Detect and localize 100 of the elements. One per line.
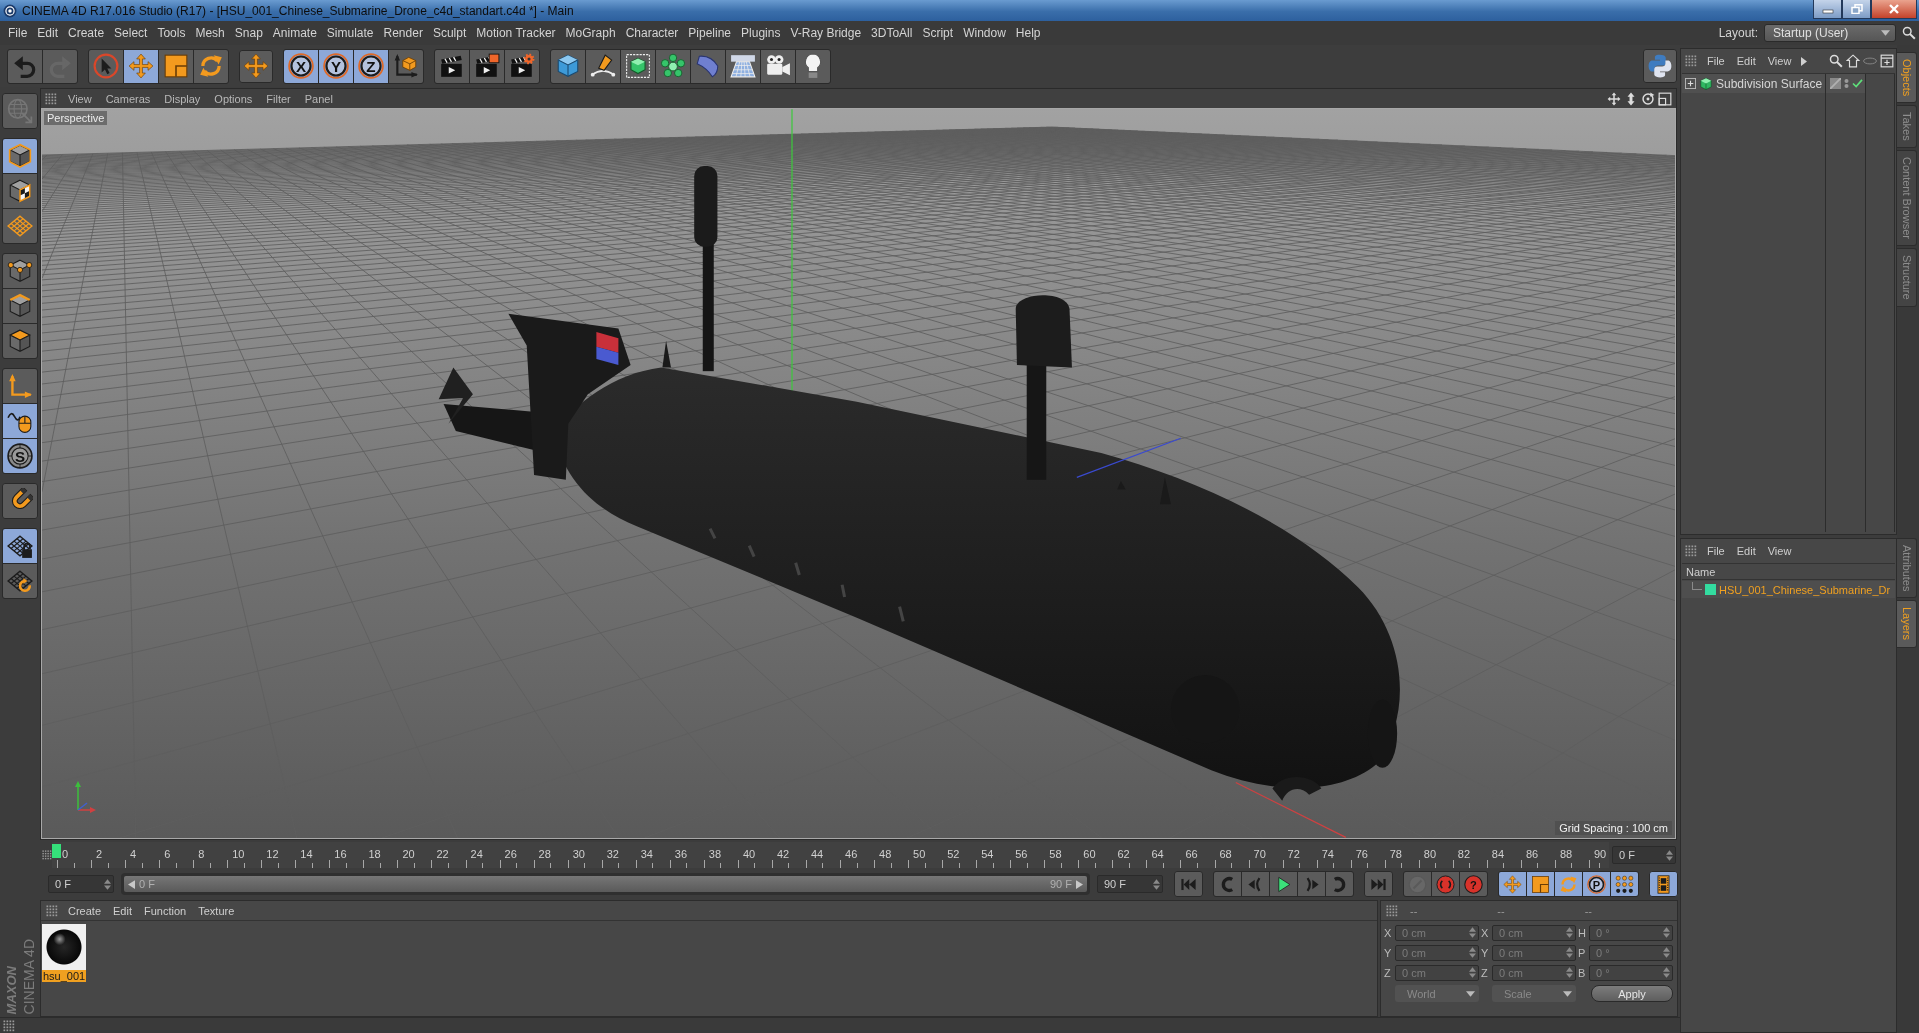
menu-item[interactable]: Edit — [1730, 545, 1762, 557]
timeline-ruler[interactable]: 0 2 4 6 8 10 12 14 16 18 20 22 24 26 28 30 32 34 36 38 40 42 44 46 48 50 52 54 56 58 60 62 64 66 68 70 72 74 76 78 80 82 84 86 88 90 — [52, 842, 1609, 868]
timeline-button[interactable] — [1649, 871, 1678, 897]
more-arrow-icon[interactable] — [1801, 56, 1808, 66]
viewport-menu-item[interactable]: Cameras — [98, 92, 158, 105]
next-frame-button[interactable] — [1298, 872, 1325, 896]
render-view-button[interactable] — [435, 49, 469, 83]
menu-item[interactable]: Motion Tracker — [471, 26, 561, 40]
rotate-tool-button[interactable] — [194, 49, 228, 83]
end-frame-field[interactable]: 90 F — [1097, 875, 1163, 893]
search-icon[interactable] — [1902, 26, 1916, 40]
viewport-menu-item[interactable]: Filter — [259, 92, 298, 105]
previous-key-button[interactable] — [1214, 872, 1241, 896]
polygons-mode-button[interactable] — [3, 324, 37, 358]
menu-item[interactable]: File — [1701, 545, 1731, 557]
panel-tab[interactable]: Layers — [1897, 600, 1917, 648]
close-button[interactable] — [1871, 0, 1917, 19]
deformer-button[interactable] — [691, 49, 725, 83]
light-button[interactable] — [796, 49, 830, 83]
scale-tool-button[interactable] — [159, 49, 193, 83]
cube-button[interactable] — [551, 49, 585, 83]
minimize-button[interactable] — [1813, 0, 1842, 19]
menu-item[interactable]: Create — [62, 904, 108, 917]
menu-item[interactable]: Edit — [107, 904, 138, 917]
points-mode-button[interactable] — [3, 254, 37, 288]
material-preview[interactable] — [42, 924, 86, 970]
menu-item[interactable]: Animate — [267, 26, 322, 40]
previous-frame-button[interactable] — [1242, 872, 1269, 896]
floor-button[interactable] — [726, 49, 760, 83]
cloner-button[interactable] — [656, 49, 690, 83]
menu-item[interactable]: Character — [620, 26, 684, 40]
viewport-menu-item[interactable]: View — [61, 92, 99, 105]
menu-item[interactable]: Snap — [229, 26, 268, 40]
menu-item[interactable]: V-Ray Bridge — [785, 26, 867, 40]
menu-item[interactable]: Plugins — [736, 26, 786, 40]
go-to-start-button[interactable] — [1174, 871, 1203, 897]
render-picture-viewer-button[interactable] — [470, 49, 504, 83]
orbit-icon[interactable] — [1641, 91, 1655, 106]
new-window-icon[interactable] — [1880, 54, 1894, 68]
menu-item[interactable]: Create — [63, 26, 110, 40]
tweak-mode-button[interactable] — [3, 404, 37, 438]
subdivision-button[interactable] — [621, 49, 655, 83]
last-tool-button[interactable] — [239, 49, 273, 83]
visibility-dots-icon[interactable] — [1844, 78, 1849, 89]
menu-item[interactable]: Render — [378, 26, 428, 40]
next-key-button[interactable] — [1326, 872, 1353, 896]
menu-item[interactable]: 3DToAll — [866, 26, 918, 40]
viewport-3d[interactable]: Perspective Grid Spacing : 100 cm — [41, 108, 1676, 839]
menu-item[interactable]: MoGraph — [560, 26, 621, 40]
restore-button[interactable] — [1842, 0, 1871, 19]
record-button[interactable] — [1432, 872, 1459, 896]
camera-button[interactable] — [761, 49, 795, 83]
model-mode-button[interactable] — [3, 139, 37, 173]
frame-field[interactable]: 0 F — [1612, 846, 1676, 864]
coordinate-system-button[interactable] — [389, 49, 423, 83]
maximize-icon[interactable] — [1658, 91, 1672, 106]
menu-item[interactable]: Tools — [152, 26, 191, 40]
menu-item[interactable]: Function — [138, 904, 193, 917]
snap-button[interactable] — [2, 483, 38, 519]
start-frame-field[interactable]: 0 F — [48, 875, 114, 893]
menu-item[interactable]: File — [3, 26, 33, 40]
color-swatch-icon[interactable] — [1705, 584, 1716, 595]
lock-workplane-button[interactable] — [3, 529, 37, 563]
menu-item[interactable]: Script — [917, 26, 959, 40]
menu-item[interactable]: Help — [1010, 26, 1046, 40]
home-icon[interactable] — [1846, 54, 1860, 68]
texture-mode-button[interactable] — [3, 174, 37, 208]
menu-item[interactable]: File — [1701, 55, 1731, 67]
viewport-menu-item[interactable]: Display — [157, 92, 208, 105]
menu-item[interactable]: Pipeline — [683, 26, 737, 40]
menu-item[interactable]: Edit — [1730, 55, 1762, 67]
edges-mode-button[interactable] — [3, 289, 37, 323]
layout-dropdown[interactable]: Startup (User) — [1764, 24, 1896, 42]
menu-item[interactable]: Select — [109, 26, 153, 40]
menu-item[interactable]: Texture — [192, 904, 241, 917]
check-icon[interactable] — [1852, 79, 1863, 88]
point-level-key-button[interactable] — [1611, 872, 1638, 896]
material-name[interactable]: hsu_001 — [42, 970, 87, 982]
menu-item[interactable]: View — [1761, 545, 1798, 557]
viewport-menu-item[interactable]: Options — [207, 92, 260, 105]
menu-item[interactable]: Edit — [32, 26, 64, 40]
play-button[interactable] — [1270, 872, 1297, 896]
menu-item[interactable]: Window — [958, 26, 1011, 40]
viewport-menu-item[interactable]: Panel — [297, 92, 340, 105]
go-to-end-button[interactable] — [1364, 871, 1393, 897]
axis-mode-button[interactable] — [3, 369, 37, 403]
python-button[interactable] — [1643, 49, 1677, 83]
four-way-arrow-icon[interactable] — [1607, 91, 1621, 106]
move-tool-button[interactable] — [124, 49, 158, 83]
panel-tab[interactable]: Objects — [1897, 52, 1917, 104]
menu-item[interactable]: Mesh — [190, 26, 230, 40]
toggle-square-icon[interactable] — [1830, 78, 1841, 89]
menu-item[interactable]: Sculpt — [427, 26, 472, 40]
select-tool-button[interactable] — [89, 49, 123, 83]
menu-item[interactable]: View — [1761, 55, 1798, 67]
expand-icon[interactable] — [1685, 78, 1696, 89]
render-settings-button[interactable] — [505, 49, 539, 83]
menu-item[interactable]: Simulate — [321, 26, 379, 40]
scale-key-button[interactable] — [1527, 872, 1554, 896]
undo-button[interactable] — [8, 49, 42, 83]
